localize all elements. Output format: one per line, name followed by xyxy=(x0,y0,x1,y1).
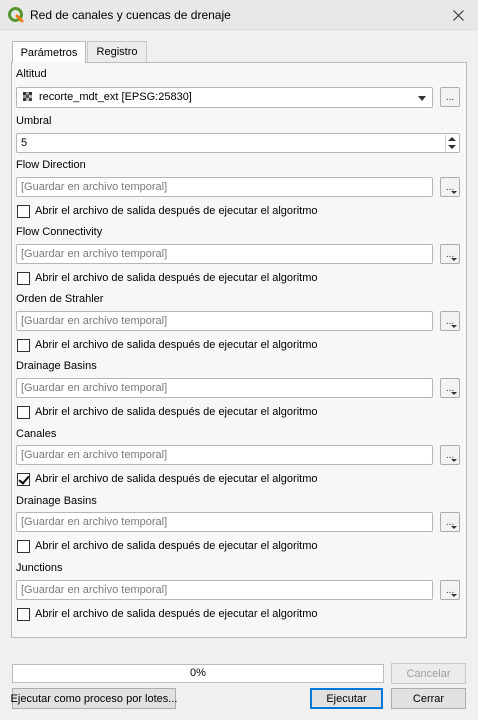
cancel-button[interactable]: Cancelar xyxy=(391,663,466,684)
browse-label: ... xyxy=(445,91,455,103)
output-path-input[interactable]: [Guardar en archivo temporal] xyxy=(16,378,433,398)
output-placeholder: [Guardar en archivo temporal] xyxy=(21,449,168,461)
altitud-combobox[interactable]: recorte_mdt_ext [EPSG:25830] xyxy=(16,87,433,108)
umbral-label: Umbral xyxy=(16,115,52,127)
batch-label: Ejecutar como proceso por lotes... xyxy=(10,692,178,705)
tab-label: Registro xyxy=(96,46,138,58)
output-label: Junctions xyxy=(16,562,63,574)
output-label: Flow Connectivity xyxy=(16,226,103,238)
raster-layer-icon xyxy=(23,92,32,101)
umbral-value: 5 xyxy=(21,137,28,149)
progress-text: 0% xyxy=(190,667,206,679)
output-placeholder: [Guardar en archivo temporal] xyxy=(21,181,168,193)
output-browse-button[interactable]: ... xyxy=(440,378,460,398)
open-output-checkbox[interactable] xyxy=(17,272,30,285)
close-button[interactable] xyxy=(438,0,478,30)
batch-process-button[interactable]: Ejecutar como proceso por lotes... xyxy=(10,688,178,709)
close-dialog-button[interactable]: Cerrar xyxy=(391,688,466,709)
output-browse-button[interactable]: ... xyxy=(440,311,460,331)
tab-label: Parámetros xyxy=(20,46,78,59)
run-label: Ejecutar xyxy=(326,692,367,705)
output-browse-button[interactable]: ... xyxy=(440,177,460,197)
output-label: Drainage Basins xyxy=(16,495,97,507)
tab-registro[interactable]: Registro xyxy=(87,41,147,62)
altitud-browse-button[interactable]: ... xyxy=(440,87,460,107)
open-output-label: Abrir el archivo de salida después de ej… xyxy=(35,540,318,552)
output-browse-button[interactable]: ... xyxy=(440,445,460,465)
progress-bar: 0% xyxy=(12,664,384,683)
open-output-label: Abrir el archivo de salida después de ej… xyxy=(35,339,318,351)
title-bar: Red de canales y cuencas de drenaje xyxy=(0,0,478,30)
output-path-input[interactable]: [Guardar en archivo temporal] xyxy=(16,244,433,264)
open-output-checkbox[interactable] xyxy=(17,608,30,621)
output-placeholder: [Guardar en archivo temporal] xyxy=(21,584,168,596)
open-output-checkbox[interactable] xyxy=(17,406,30,419)
open-output-label: Abrir el archivo de salida después de ej… xyxy=(35,473,318,485)
open-output-label: Abrir el archivo de salida después de ej… xyxy=(35,406,318,418)
output-placeholder: [Guardar en archivo temporal] xyxy=(21,315,168,327)
output-label: Drainage Basins xyxy=(16,360,97,372)
close-icon xyxy=(452,9,464,21)
chevron-down-icon xyxy=(418,96,426,101)
output-path-input[interactable]: [Guardar en archivo temporal] xyxy=(16,445,433,465)
output-browse-button[interactable]: ... xyxy=(440,244,460,264)
open-output-label: Abrir el archivo de salida después de ej… xyxy=(35,608,318,620)
cancel-label: Cancelar xyxy=(406,667,451,680)
altitud-label: Altitud xyxy=(16,68,47,80)
output-path-input[interactable]: [Guardar en archivo temporal] xyxy=(16,311,433,331)
window-title: Red de canales y cuencas de drenaje xyxy=(30,8,231,22)
output-label: Orden de Strahler xyxy=(16,293,104,305)
output-path-input[interactable]: [Guardar en archivo temporal] xyxy=(16,580,433,600)
spinner-arrows-icon[interactable] xyxy=(445,135,458,151)
output-browse-button[interactable]: ... xyxy=(440,512,460,532)
qgis-icon xyxy=(8,7,24,23)
open-output-checkbox[interactable] xyxy=(17,473,30,486)
output-path-input[interactable]: [Guardar en archivo temporal] xyxy=(16,512,433,532)
close-label: Cerrar xyxy=(412,692,445,705)
open-output-checkbox[interactable] xyxy=(17,540,30,553)
output-path-input[interactable]: [Guardar en archivo temporal] xyxy=(16,177,433,197)
altitud-value: recorte_mdt_ext [EPSG:25830] xyxy=(39,91,192,103)
open-output-checkbox[interactable] xyxy=(17,205,30,218)
output-browse-button[interactable]: ... xyxy=(440,580,460,600)
umbral-spinbox[interactable]: 5 xyxy=(16,133,460,153)
output-placeholder: [Guardar en archivo temporal] xyxy=(21,516,168,528)
open-output-checkbox[interactable] xyxy=(17,339,30,352)
run-button[interactable]: Ejecutar xyxy=(310,688,383,709)
output-placeholder: [Guardar en archivo temporal] xyxy=(21,248,168,260)
tab-parametros[interactable]: Parámetros xyxy=(12,41,86,63)
open-output-label: Abrir el archivo de salida después de ej… xyxy=(35,205,318,217)
output-label: Canales xyxy=(16,428,57,440)
open-output-label: Abrir el archivo de salida después de ej… xyxy=(35,272,318,284)
output-label: Flow Direction xyxy=(16,159,86,171)
output-placeholder: [Guardar en archivo temporal] xyxy=(21,382,168,394)
